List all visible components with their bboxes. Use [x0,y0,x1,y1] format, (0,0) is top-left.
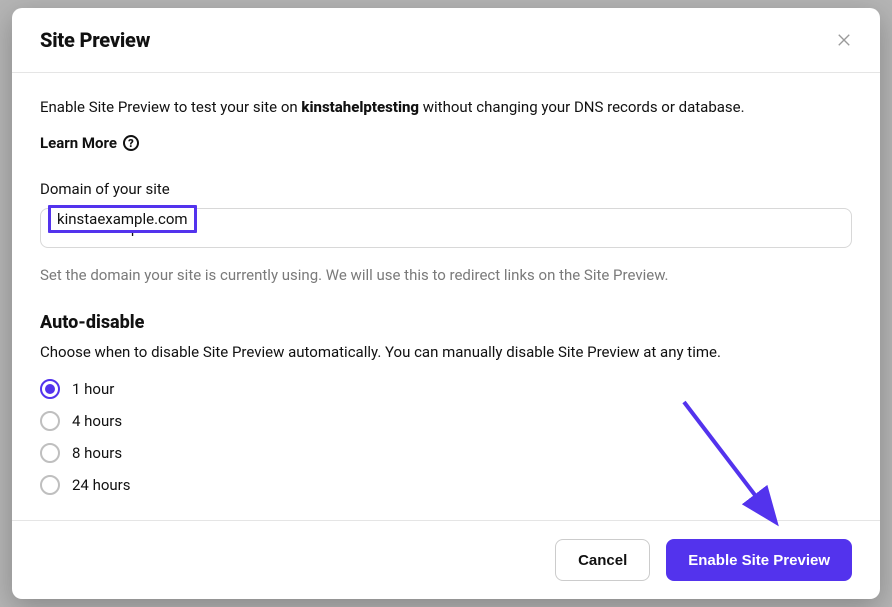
auto-disable-sub: Choose when to disable Site Preview auto… [40,343,852,361]
radio-24-hours[interactable]: 24 hours [40,475,852,495]
radio-dot-icon [45,384,55,394]
enable-site-preview-button[interactable]: Enable Site Preview [666,539,852,581]
help-icon: ? [123,135,139,151]
intro-site-name: kinstahelptesting [301,98,419,116]
radio-1-hour[interactable]: 1 hour [40,379,852,399]
domain-help-text: Set the domain your site is currently us… [40,266,852,284]
domain-input[interactable] [40,208,852,248]
auto-disable-radio-group: 1 hour 4 hours 8 hours 24 hours [40,379,852,495]
modal-title: Site Preview [40,28,150,52]
intro-suffix: without changing your DNS records or dat… [419,98,745,116]
modal-body: Enable Site Preview to test your site on… [12,73,880,520]
learn-more-link[interactable]: Learn More ? [40,134,139,152]
domain-input-wrap: kinstaexample.com [40,198,852,248]
cancel-button[interactable]: Cancel [555,539,650,581]
radio-label: 4 hours [72,412,122,430]
radio-indicator [40,379,60,399]
radio-indicator [40,475,60,495]
radio-4-hours[interactable]: 4 hours [40,411,852,431]
site-preview-modal: Site Preview Enable Site Preview to test… [12,8,880,599]
modal-footer: Cancel Enable Site Preview [12,520,880,599]
radio-indicator [40,443,60,463]
radio-label: 1 hour [72,380,114,398]
radio-label: 24 hours [72,476,131,494]
auto-disable-heading: Auto-disable [40,312,852,333]
modal-header: Site Preview [12,8,880,73]
close-icon[interactable] [836,32,852,48]
domain-field-label: Domain of your site [40,180,852,198]
radio-indicator [40,411,60,431]
intro-text: Enable Site Preview to test your site on… [40,97,852,118]
learn-more-label: Learn More [40,134,117,152]
radio-8-hours[interactable]: 8 hours [40,443,852,463]
radio-label: 8 hours [72,444,122,462]
intro-prefix: Enable Site Preview to test your site on [40,98,301,116]
